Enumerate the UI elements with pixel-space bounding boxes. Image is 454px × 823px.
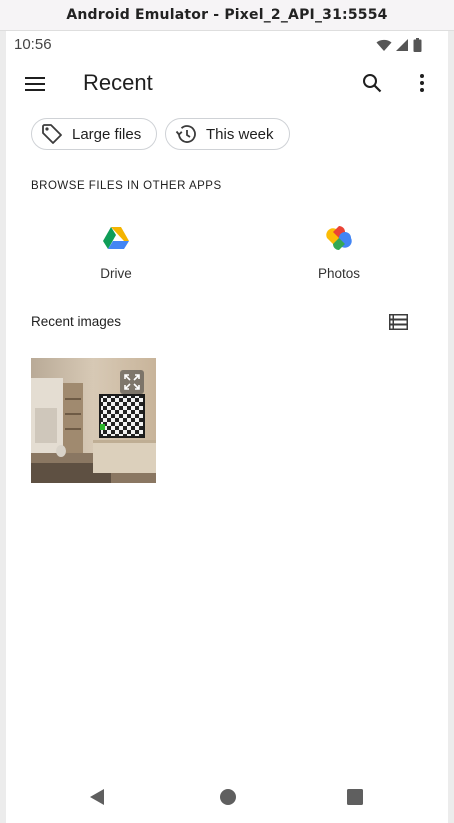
status-bar: 10:56 — [6, 31, 448, 59]
photos-label: Photos — [317, 266, 361, 281]
search-button[interactable] — [358, 69, 386, 97]
expand-icon — [124, 374, 140, 390]
status-icons — [376, 38, 422, 52]
recent-images-label: Recent images — [31, 314, 122, 329]
photos-app-tile[interactable]: Photos — [239, 221, 439, 285]
recent-image-thumbnail[interactable] — [31, 358, 156, 483]
menu-button[interactable] — [22, 71, 48, 97]
history-icon — [174, 122, 198, 146]
drive-icon — [103, 227, 129, 249]
search-icon — [363, 74, 382, 93]
view-toggle-button[interactable] — [386, 311, 410, 333]
battery-icon — [413, 38, 422, 52]
photos-icon — [326, 226, 352, 250]
expand-button[interactable] — [120, 370, 144, 394]
tag-icon — [40, 122, 64, 146]
large-files-label: Large files — [72, 125, 142, 143]
page-title: Recent — [83, 70, 153, 95]
system-nav-bar — [6, 779, 448, 823]
more-vert-icon — [420, 74, 424, 92]
recents-icon[interactable] — [343, 785, 367, 809]
drive-label: Drive — [100, 266, 132, 281]
window-titlebar: Android Emulator - Pixel_2_API_31:5554 — [0, 0, 454, 31]
home-icon[interactable] — [216, 785, 240, 809]
this-week-label: This week — [206, 125, 274, 143]
window-title: Android Emulator - Pixel_2_API_31:5554 — [66, 7, 388, 23]
device-screen: 10:56 Recent Large files This week BROWS… — [6, 31, 448, 823]
status-time: 10:56 — [14, 36, 52, 53]
back-icon[interactable] — [86, 785, 110, 809]
background-window-edge-right — [448, 31, 454, 823]
menu-icon — [25, 77, 45, 91]
list-view-icon — [388, 314, 408, 330]
app-bar: Recent — [6, 61, 448, 107]
signal-icon — [396, 38, 408, 51]
this-week-chip[interactable]: This week — [165, 118, 290, 150]
browse-section-header: BROWSE FILES IN OTHER APPS — [31, 180, 222, 192]
more-options-button[interactable] — [410, 69, 434, 97]
drive-app-tile[interactable]: Drive — [16, 221, 216, 285]
large-files-chip[interactable]: Large files — [31, 118, 157, 150]
wifi-icon — [376, 39, 392, 51]
emulator-window: Android Emulator - Pixel_2_API_31:5554 1… — [0, 0, 454, 823]
